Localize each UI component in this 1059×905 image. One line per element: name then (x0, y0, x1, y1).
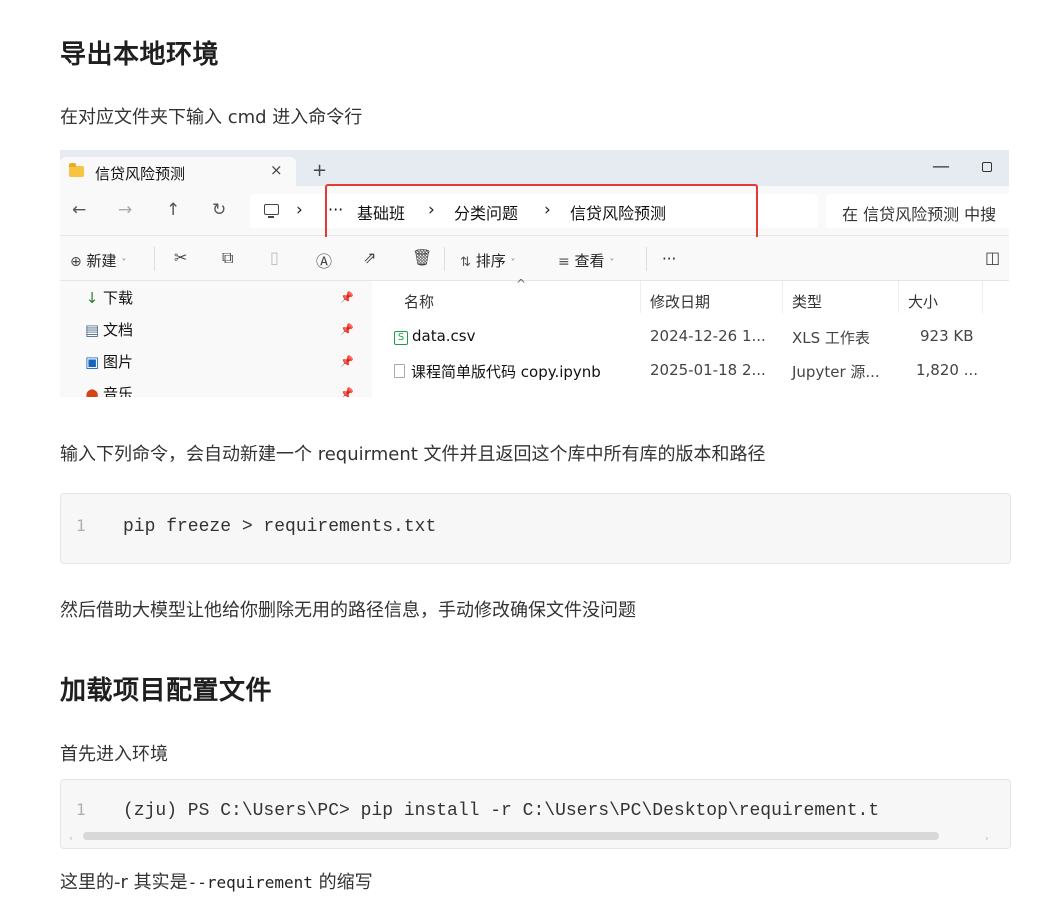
nav-item-documents[interactable]: ▤ 文档 (85, 319, 133, 340)
music-icon: ● (85, 385, 99, 397)
pin-icon: 📌 (340, 387, 354, 397)
more-options-button[interactable]: ··· (662, 250, 676, 268)
column-divider (982, 281, 983, 313)
nav-item-label: 文档 (103, 321, 134, 339)
navigation-pane: ↓ 下载 📌 ▤ 文档 📌 ▣ 图片 📌 ● 音乐 📌 (60, 281, 372, 397)
inline-code: --requirement (187, 873, 313, 892)
line-number: 1 (76, 516, 86, 535)
scroll-right-arrow[interactable]: › (985, 834, 989, 844)
explorer-tab[interactable]: 信贷风险预测 × (60, 157, 296, 186)
file-explorer-screenshot: 信贷风险预测 × + — ← → ↑ ↻ › ··· 基础班 › 分类问题 › … (60, 150, 1009, 397)
file-type: XLS 工作表 (792, 329, 870, 347)
minimize-button[interactable]: — (932, 156, 950, 177)
cleanup-paragraph: 然后借助大模型让他给你删除无用的路径信息，手动修改确保文件没问题 (60, 600, 636, 621)
column-divider (640, 281, 641, 313)
pin-icon: 📌 (340, 323, 354, 336)
pin-icon: 📌 (340, 355, 354, 368)
paste-icon[interactable]: ▯ (270, 248, 279, 267)
search-input[interactable]: 在 信贷风险预测 中搜 (826, 194, 1009, 228)
intro-paragraph: 在对应文件夹下输入 cmd 进入命令行 (60, 107, 363, 128)
document-icon (394, 364, 405, 378)
line-number: 1 (76, 800, 86, 819)
cut-icon[interactable]: ✂ (174, 248, 187, 267)
horizontal-scrollbar[interactable] (83, 832, 939, 840)
refresh-icon[interactable]: ↻ (212, 200, 226, 220)
sort-button[interactable]: ⇅ 排序 ˅ (460, 250, 515, 271)
document-icon: ▤ (85, 321, 100, 339)
nav-item-music[interactable]: ● 音乐 (85, 383, 133, 397)
file-size: 923 KB (920, 327, 974, 345)
column-divider (782, 281, 783, 313)
forward-icon[interactable]: → (118, 200, 132, 220)
column-header-name[interactable]: 名称 (404, 291, 434, 312)
csv-icon: S (394, 331, 408, 345)
nav-item-label: 下载 (103, 289, 134, 307)
file-list: ^ 名称 修改日期 类型 大小 Sdata.csv 2024-12-26 1..… (372, 277, 1009, 397)
download-icon: ↓ (85, 289, 99, 307)
maximize-button[interactable] (982, 162, 992, 172)
share-icon[interactable]: ⇗ (363, 248, 376, 267)
explorer-tab-title: 信贷风险预测 (95, 165, 186, 183)
copy-icon[interactable]: ⧉ (222, 248, 233, 268)
pictures-icon: ▣ (85, 353, 100, 371)
column-header-modified[interactable]: 修改日期 (650, 291, 710, 312)
file-name: 课程简单版代码 copy.ipynb (394, 361, 601, 382)
section-heading-export-env: 导出本地环境 (60, 40, 220, 70)
pin-icon: 📌 (340, 291, 354, 304)
code-block: 1 (zju) PS C:\Users\PC> pip install -r C… (60, 779, 1011, 849)
code-block: 1 pip freeze > requirements.txt (60, 493, 1011, 564)
close-icon[interactable]: × (270, 161, 283, 179)
file-name: Sdata.csv (394, 327, 476, 345)
toolbar-divider (646, 247, 647, 271)
nav-item-pictures[interactable]: ▣ 图片 (85, 351, 133, 372)
command-bar: ⊕ 新建 ˅ ✂ ⧉ ▯ Ⓐ ⇗ 🗑 ⇅ 排序 ˅ ≡ 查看 ˅ ··· ◫ (60, 237, 1009, 281)
section-heading-load-config: 加载项目配置文件 (60, 676, 273, 706)
toolbar-divider (154, 247, 155, 271)
rename-icon[interactable]: Ⓐ (316, 248, 332, 272)
code-line: (zju) PS C:\Users\PC> pip install -r C:\… (123, 801, 880, 821)
nav-item-downloads[interactable]: ↓ 下载 (85, 287, 133, 308)
search-placeholder: 在 信贷风险预测 中搜 (842, 205, 997, 224)
this-pc-icon (264, 204, 279, 218)
folder-icon (69, 163, 84, 177)
enter-env-paragraph: 首先进入环境 (60, 744, 168, 765)
file-modified: 2025-01-18 2... (650, 361, 766, 379)
code-line: pip freeze > requirements.txt (123, 517, 437, 537)
nav-item-label: 图片 (103, 353, 134, 371)
file-modified: 2024-12-26 1... (650, 327, 766, 345)
column-divider (898, 281, 899, 313)
up-icon[interactable]: ↑ (166, 200, 180, 220)
details-pane-icon[interactable]: ◫ (985, 248, 1000, 267)
view-button[interactable]: ≡ 查看 ˅ (558, 250, 614, 271)
new-button[interactable]: ⊕ 新建 ˅ (70, 250, 126, 271)
sort-ascending-icon: ^ (516, 277, 527, 291)
toolbar-divider (444, 247, 445, 271)
chevron-right-icon: › (296, 200, 303, 220)
delete-icon[interactable]: 🗑 (412, 248, 432, 267)
abbreviation-note: 这里的-r 其实是--requirement 的缩写 (60, 872, 373, 893)
explorer-tab-bar: 信贷风险预测 × + — (60, 150, 1009, 186)
file-size: 1,820 ... (916, 361, 979, 379)
scroll-left-arrow[interactable]: ‹ (69, 834, 73, 844)
command-description: 输入下列命令，会自动新建一个 requirment 文件并且返回这个库中所有库的… (60, 444, 766, 465)
highlight-box (325, 184, 758, 244)
file-type: Jupyter 源... (792, 363, 880, 381)
column-header-size[interactable]: 大小 (908, 291, 938, 312)
nav-item-label: 音乐 (103, 385, 134, 397)
column-header-type[interactable]: 类型 (792, 291, 822, 312)
new-tab-button[interactable]: + (312, 160, 327, 181)
back-icon[interactable]: ← (72, 200, 86, 220)
